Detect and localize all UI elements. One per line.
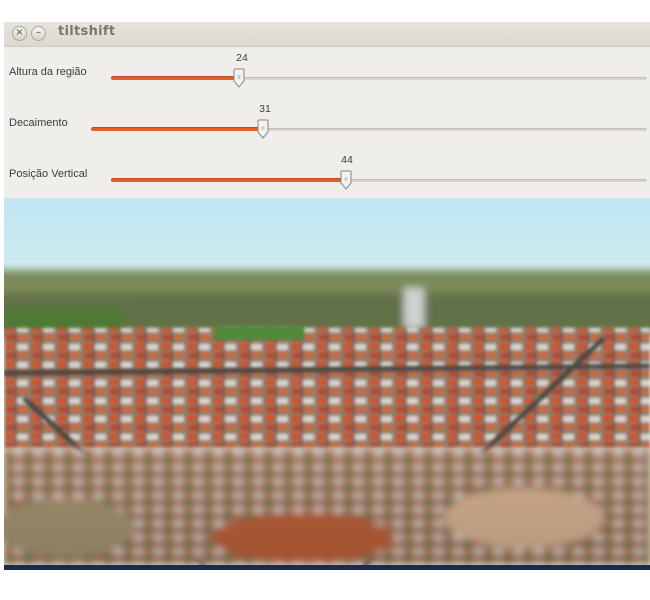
slider-row-decaimento: Decaimento 31	[4, 99, 650, 149]
slider-label-decaimento: Decaimento	[9, 117, 68, 129]
slider-row-posicao: Posição Vertical 44	[4, 150, 650, 200]
image-bottom-border	[4, 565, 650, 570]
tiltshift-image	[4, 198, 650, 565]
close-button[interactable]: ×	[12, 26, 27, 41]
slider-label-posicao: Posição Vertical	[9, 168, 88, 180]
minimize-icon: –	[36, 27, 41, 38]
slider-label-altura: Altura da região	[9, 66, 87, 78]
slider-posicao[interactable]	[111, 170, 647, 190]
title-bar: × – tiltshift	[4, 22, 650, 47]
slider-decaimento[interactable]	[91, 119, 647, 139]
slider-fill	[111, 76, 239, 80]
slider-value-decaimento: 31	[259, 103, 271, 115]
minimize-button[interactable]: –	[31, 26, 46, 41]
slider-value-posicao: 44	[341, 154, 353, 166]
slider-fill	[111, 178, 346, 182]
slider-row-altura: Altura da região 24	[4, 48, 650, 98]
slider-value-altura: 24	[236, 52, 248, 64]
app-window: × – tiltshift Altura da região 24 Decaim…	[4, 22, 650, 570]
slider-thumb[interactable]	[257, 119, 269, 139]
slider-thumb[interactable]	[340, 170, 352, 190]
close-icon: ×	[15, 27, 24, 38]
slider-thumb[interactable]	[233, 68, 245, 88]
slider-altura[interactable]	[111, 68, 647, 88]
window-title: tiltshift	[58, 24, 116, 39]
slider-fill	[91, 127, 263, 131]
